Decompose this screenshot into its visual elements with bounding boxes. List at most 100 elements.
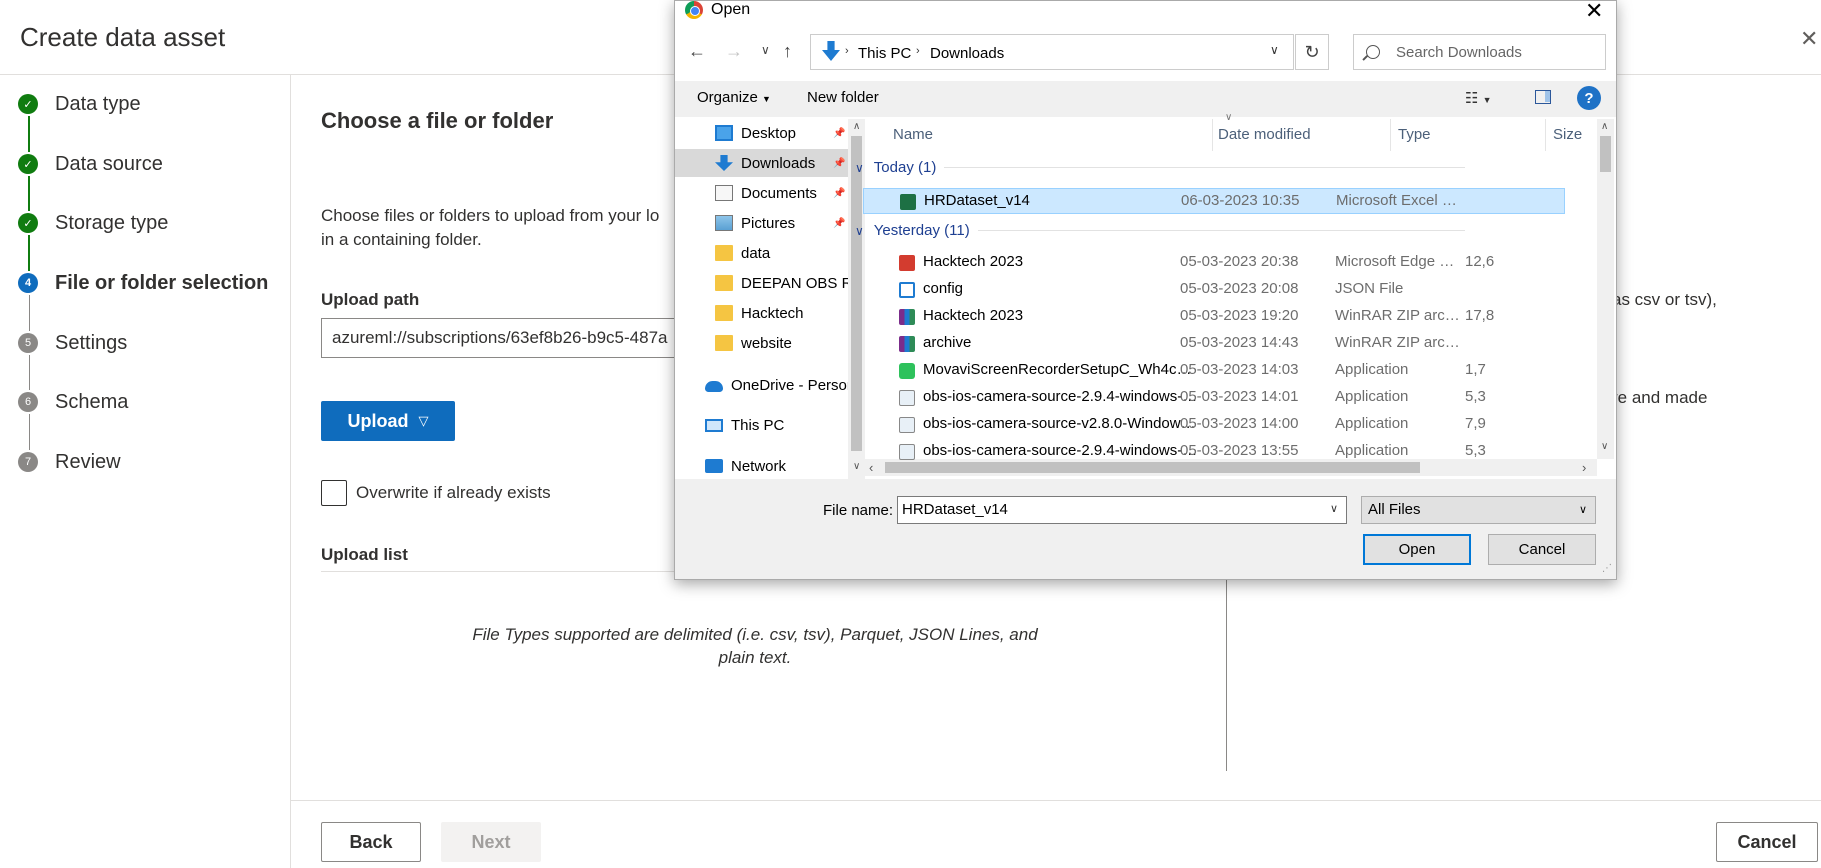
scroll-down-icon[interactable]: ∨ [1601,441,1608,452]
search-input[interactable]: Search Downloads [1353,34,1606,70]
file-name-dropdown-icon[interactable]: ∨ [1330,502,1338,515]
next-button[interactable]: Next [441,822,541,862]
tree-item[interactable]: This PC [675,411,850,439]
change-view-button[interactable]: ☷ ▼ [1465,89,1492,107]
file-date: 05-03-2023 14:01 [1180,388,1299,405]
scroll-right-icon[interactable]: › [1582,460,1586,475]
search-placeholder: Search Downloads [1396,43,1522,61]
column-header-type[interactable]: Type [1398,126,1431,143]
file-row[interactable]: obs-ios-camera-source-v2.8.0-Windows-I..… [863,412,1565,438]
file-name: obs-ios-camera-source-2.9.4-windows-x... [923,388,1198,405]
tree-item[interactable]: website [675,329,850,357]
column-header-name[interactable]: Name [893,126,933,143]
preview-pane-icon[interactable] [1535,90,1551,104]
file-size: 5,3 [1465,388,1486,405]
file-size: 17,8 [1465,307,1495,324]
dialog-cancel-button[interactable]: Cancel [1488,534,1596,565]
tree-item[interactable]: Pictures 📌 [675,209,850,237]
tree-item-label: data [741,244,771,262]
step-connector [29,355,30,390]
close-panel-icon[interactable]: ✕ [1800,26,1818,52]
back-arrow-icon[interactable]: ← [688,41,706,62]
breadcrumb-downloads[interactable]: Downloads [930,45,1004,62]
upload-path-input[interactable]: azureml://subscriptions/63ef8b26-b9c5-48… [321,318,701,358]
chevron-right-icon: › [916,45,920,57]
file-row[interactable]: obs-ios-camera-source-2.9.4-windows-x...… [863,385,1565,411]
file-name-input[interactable]: HRDataset_v14 [897,496,1347,524]
tree-item[interactable]: Documents 📌 [675,179,850,207]
step-connector [28,176,30,211]
file-name: obs-ios-camera-source-2.9.4-windows-x... [923,442,1198,459]
recent-locations-icon[interactable]: ∨ [761,43,770,57]
cancel-button[interactable]: Cancel [1716,822,1818,862]
checkmark-icon: ✓ [18,154,38,174]
refresh-button[interactable]: ↻ [1295,34,1329,70]
file-row[interactable]: archive 05-03-2023 14:43 WinRAR ZIP archiv… [863,331,1565,357]
dialog-title: Open [711,1,751,18]
tree-item-label: Desktop [741,124,797,142]
overwrite-checkbox[interactable] [321,480,347,506]
tree-item-label: Pictures [741,214,796,232]
upload-button[interactable]: Upload ▽ [321,401,455,441]
file-row[interactable]: Hacktech 2023 05-03-2023 20:38 Microsoft E… [863,250,1565,276]
breadcrumb-this-pc[interactable]: This PC [858,45,911,62]
navigation-pane: Desktop 📌 Downloads 📌 Documents 📌 Pictures 📌 dat… [675,119,850,480]
checkmark-icon: ✓ [18,94,38,114]
column-header-size[interactable]: Size [1553,126,1582,143]
tree-scroll-thumb[interactable] [851,136,862,451]
column-separator[interactable] [1212,119,1213,151]
group-header[interactable]: ∨ Yesterday (11) [855,222,1465,239]
chrome-icon [685,1,703,19]
upload-path-label: Upload path [321,290,420,309]
file-row[interactable]: obs-ios-camera-source-2.9.4-windows-x...… [863,439,1565,465]
file-type: Application [1335,415,1409,432]
back-button[interactable]: Back [321,822,421,862]
column-header-date[interactable]: Date modified [1218,126,1311,143]
wizard-step[interactable]: 6 Schema [18,387,128,417]
group-header[interactable]: ∨ Today (1) [855,159,1465,176]
tree-item[interactable]: DEEPAN OBS RE [675,269,850,297]
scroll-up-icon[interactable]: ∧ [1601,121,1608,132]
file-name: obs-ios-camera-source-v2.8.0-Windows-I..… [923,415,1198,432]
close-dialog-icon[interactable]: ✕ [1585,0,1603,24]
file-type: Application [1335,388,1409,405]
column-separator[interactable] [1545,119,1546,151]
tree-item[interactable]: Downloads 📌 [675,149,850,177]
up-arrow-icon[interactable]: ↑ [783,41,792,62]
pin-icon: 📌 [833,217,846,229]
forward-arrow-icon[interactable]: → [725,41,743,62]
wizard-step[interactable]: 7 Review [18,447,121,477]
wizard-step[interactable]: ✓ Data source [18,149,163,179]
tree-item[interactable]: OneDrive - Person [675,371,850,399]
column-separator[interactable] [1390,119,1391,151]
wizard-step[interactable]: 5 Settings [18,328,127,358]
wizard-step[interactable]: 4 File or folder selection [18,268,268,298]
scroll-up-icon[interactable]: ∧ [853,121,860,132]
file-row[interactable]: Hacktech 2023 05-03-2023 19:20 WinRAR ZIP … [863,304,1565,330]
file-row[interactable]: config 05-03-2023 20:08 JSON File [863,277,1565,303]
tree-item[interactable]: Hacktech [675,299,850,327]
scroll-down-icon[interactable]: ∨ [853,461,860,472]
tree-item[interactable]: data [675,239,850,267]
new-folder-button[interactable]: New folder [807,89,879,106]
list-vertical-thumb[interactable] [1600,136,1611,172]
help-icon[interactable]: ? [1577,86,1601,110]
down-icon [715,155,733,171]
tree-item-label: OneDrive - Person [731,376,850,394]
file-row[interactable]: MovaviScreenRecorderSetupC_Wh4co4i_ 05-03… [863,358,1565,384]
wizard-step-label: File or folder selection [55,271,269,294]
wizard-step[interactable]: ✓ Data type [18,89,141,119]
wizard-step[interactable]: ✓ Storage type [18,208,168,238]
tree-item[interactable]: Desktop 📌 [675,119,850,147]
organize-menu[interactable]: Organize ▼ [697,89,771,106]
file-row[interactable]: HRDataset_v14 06-03-2023 10:35 Microsoft E… [863,188,1565,214]
net-icon [705,459,723,473]
address-dropdown-icon[interactable]: ∨ [1270,43,1279,57]
file-type-select[interactable]: All Files ∨ [1361,496,1596,524]
folder-icon [715,275,733,291]
wizard-step-label: Data source [55,152,163,175]
pic-icon [715,215,733,231]
resize-grip-icon[interactable]: ⋰ [1602,563,1612,574]
open-button[interactable]: Open [1363,534,1471,565]
tree-item[interactable]: Network [675,452,850,480]
